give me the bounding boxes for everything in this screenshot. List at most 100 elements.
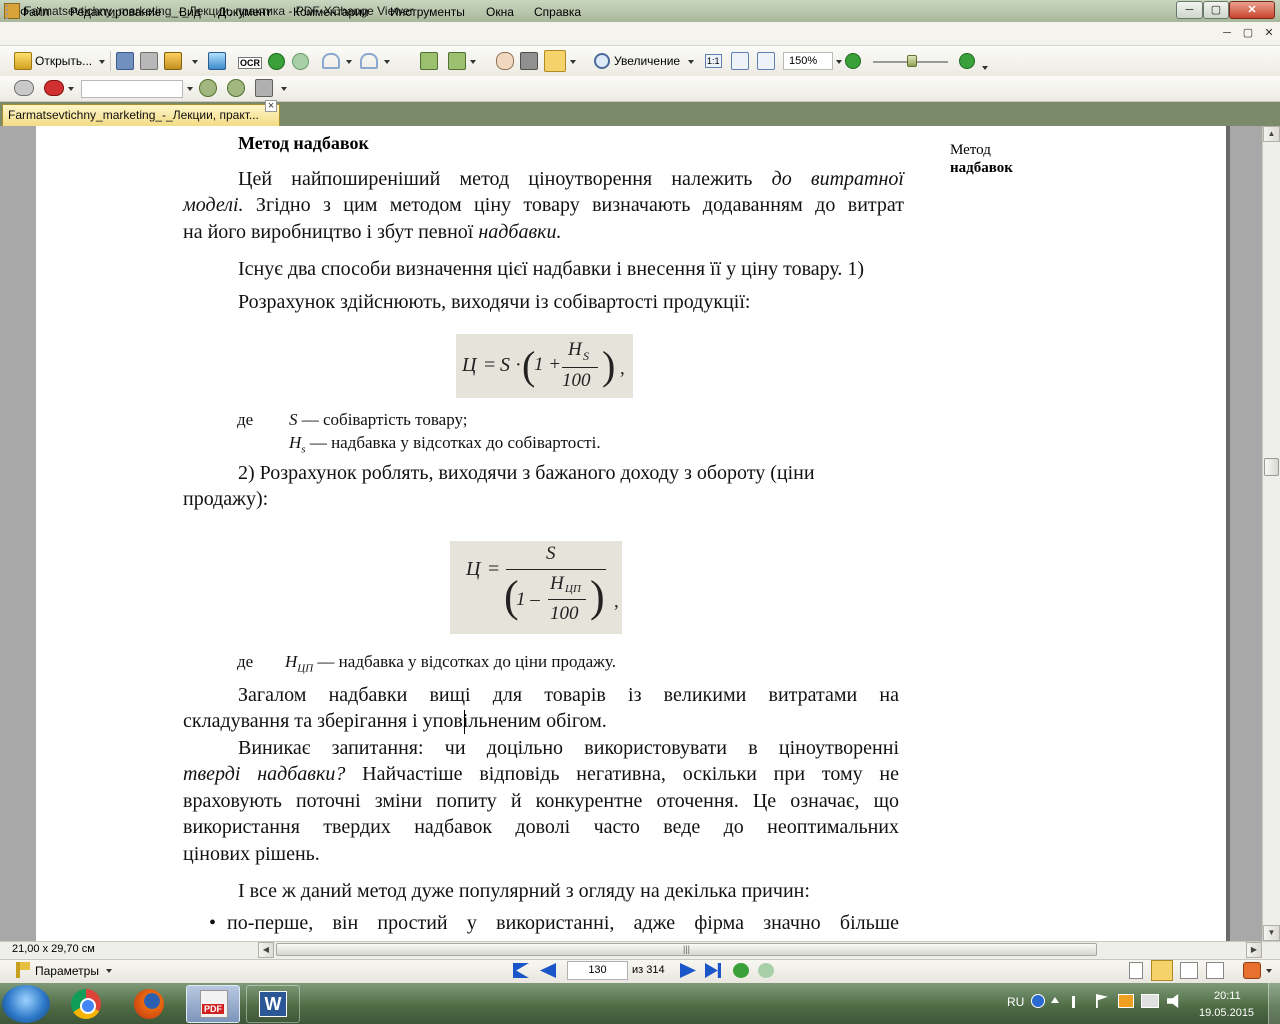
page-layout-icon[interactable] — [448, 52, 466, 70]
history-back-icon[interactable] — [733, 963, 749, 978]
fraction-bar — [562, 367, 598, 368]
scroll-right-icon[interactable]: ▶ — [1246, 942, 1262, 958]
menu-help[interactable]: Справка — [534, 5, 581, 19]
fit-page-icon[interactable] — [731, 52, 749, 70]
zoom-out-icon[interactable] — [845, 53, 861, 69]
page-total: из 314 — [632, 964, 665, 976]
mdi-restore-button[interactable]: ▢ — [1240, 26, 1256, 40]
scroll-left-icon[interactable]: ◀ — [258, 942, 274, 958]
select-dropdown-icon[interactable] — [570, 60, 576, 64]
word-task[interactable]: W — [246, 985, 300, 1023]
open-button-label[interactable]: Открыть... — [35, 54, 92, 68]
menu-windows[interactable]: Окна — [486, 5, 514, 19]
statusbar-overflow-icon[interactable] — [1266, 969, 1272, 973]
print-icon[interactable] — [140, 52, 158, 70]
zoom-in-icon[interactable] — [959, 53, 975, 69]
scan-icon[interactable] — [208, 52, 226, 70]
search-dropdown-icon[interactable] — [187, 87, 193, 91]
formula-markup-on-cost: Ц = S · ( 1 + Н S 100 ) , — [456, 334, 633, 398]
vertical-scrollbar[interactable] — [1262, 126, 1280, 941]
parameters-menu[interactable]: Параметры — [35, 964, 99, 978]
email-icon[interactable] — [164, 52, 182, 70]
horizontal-scroll-thumb[interactable]: ||| — [276, 943, 1097, 956]
page-layout-dropdown-icon[interactable] — [470, 60, 476, 64]
find-next-icon[interactable] — [227, 79, 245, 97]
facing-view-icon[interactable] — [1180, 962, 1198, 979]
pdf-viewer-task[interactable]: PDF — [186, 985, 240, 1023]
rss-updates-icon[interactable] — [1243, 962, 1261, 979]
toolbar-overflow-icon[interactable] — [982, 66, 988, 70]
rotate-icon[interactable] — [420, 52, 438, 70]
search-engine-icon[interactable] — [44, 80, 64, 96]
history-forward-icon[interactable] — [758, 963, 774, 978]
menu-view[interactable]: Вид — [179, 5, 201, 19]
menu-file[interactable]: Файл — [20, 5, 50, 19]
menu-tools[interactable]: Инструменты — [390, 5, 465, 19]
zoom-level-dropdown-icon[interactable] — [836, 60, 842, 64]
menu-document[interactable]: Документ — [218, 5, 271, 19]
start-button[interactable] — [2, 985, 50, 1023]
eye-view-icon[interactable] — [14, 80, 34, 96]
undo-dropdown-icon[interactable] — [346, 60, 352, 64]
minimize-button[interactable]: ─ — [1176, 1, 1203, 19]
document-tab-label[interactable]: Farmatsevtichny_marketing_-_Лекции, прак… — [8, 108, 259, 122]
redo-dropdown-icon[interactable] — [384, 60, 390, 64]
margin-note-line1: Метод — [950, 142, 991, 158]
clock-time[interactable]: 20:11 — [1214, 990, 1241, 1002]
scroll-up-icon[interactable]: ▲ — [1263, 126, 1280, 142]
hand-tool-icon[interactable] — [496, 52, 514, 70]
tab-close-icon[interactable]: × — [265, 100, 277, 112]
zoom-tool-dropdown-icon[interactable] — [688, 60, 694, 64]
zoom-level-field[interactable]: 150% — [783, 52, 833, 70]
vertical-scroll-thumb[interactable] — [1264, 458, 1279, 476]
save-icon[interactable] — [116, 52, 134, 70]
undo-icon[interactable] — [322, 53, 340, 69]
parameters-dropdown-icon[interactable] — [106, 969, 112, 973]
select-text-icon[interactable] — [544, 50, 566, 72]
network-icon[interactable] — [1141, 994, 1159, 1008]
redo-icon[interactable] — [360, 53, 378, 69]
page-size-readout: 21,00 x 29,70 см — [12, 943, 95, 955]
page-number-input[interactable]: 130 — [567, 961, 628, 980]
language-indicator[interactable]: RU — [1007, 995, 1024, 1009]
forward-arrow-icon[interactable] — [292, 53, 309, 70]
mdi-minimize-button[interactable]: ─ — [1219, 26, 1235, 40]
find-options-dropdown-icon[interactable] — [281, 87, 287, 91]
fit-width-icon[interactable] — [757, 52, 775, 70]
network-warning-icon[interactable] — [1118, 994, 1134, 1008]
menu-comments[interactable]: Комментарии — [293, 5, 369, 19]
continuous-facing-view-icon[interactable] — [1206, 962, 1224, 979]
find-icon[interactable] — [199, 79, 217, 97]
open-dropdown-icon[interactable] — [99, 60, 105, 64]
snapshot-icon[interactable] — [520, 52, 538, 70]
tray-expand-icon[interactable] — [1051, 997, 1059, 1003]
help-icon[interactable] — [1031, 994, 1045, 1008]
zoom-slider-thumb[interactable] — [907, 55, 917, 67]
actual-size-icon[interactable]: 1:1 — [705, 54, 722, 68]
open-folder-icon[interactable] — [14, 52, 32, 70]
mdi-close-button[interactable]: ✕ — [1261, 26, 1277, 40]
email-dropdown-icon[interactable] — [192, 60, 198, 64]
single-page-view-icon[interactable] — [1129, 962, 1143, 979]
firefox-task[interactable] — [124, 985, 178, 1023]
pdf-icon-label: PDF — [202, 1004, 224, 1014]
chrome-task[interactable] — [61, 985, 115, 1023]
zoom-magnifier-icon[interactable] — [594, 53, 610, 69]
zoom-tool-label[interactable]: Увеличение — [614, 54, 680, 68]
close-button[interactable]: ✕ — [1229, 1, 1275, 19]
search-engine-dropdown-icon[interactable] — [68, 87, 74, 91]
show-desktop-button[interactable] — [1268, 983, 1280, 1024]
firefox-icon — [134, 989, 164, 1019]
menu-edit[interactable]: Редактирование — [70, 5, 161, 19]
menu-grip[interactable] — [6, 5, 11, 19]
ocr-icon[interactable]: OCR — [238, 57, 262, 69]
maximize-button[interactable]: ▢ — [1203, 1, 1229, 19]
find-options-icon[interactable] — [255, 79, 273, 97]
scroll-down-icon[interactable]: ▼ — [1263, 925, 1280, 941]
back-arrow-icon[interactable] — [268, 53, 285, 70]
search-input[interactable] — [81, 80, 183, 98]
continuous-view-icon[interactable] — [1151, 960, 1173, 981]
clock-date[interactable]: 19.05.2015 — [1199, 1007, 1254, 1019]
paragraph-2-line-2: Розрахунок здійснюють, виходячи із собів… — [238, 291, 751, 313]
paragraph-5-line-3: враховують поточні зміни попиту й конкур… — [183, 790, 899, 812]
